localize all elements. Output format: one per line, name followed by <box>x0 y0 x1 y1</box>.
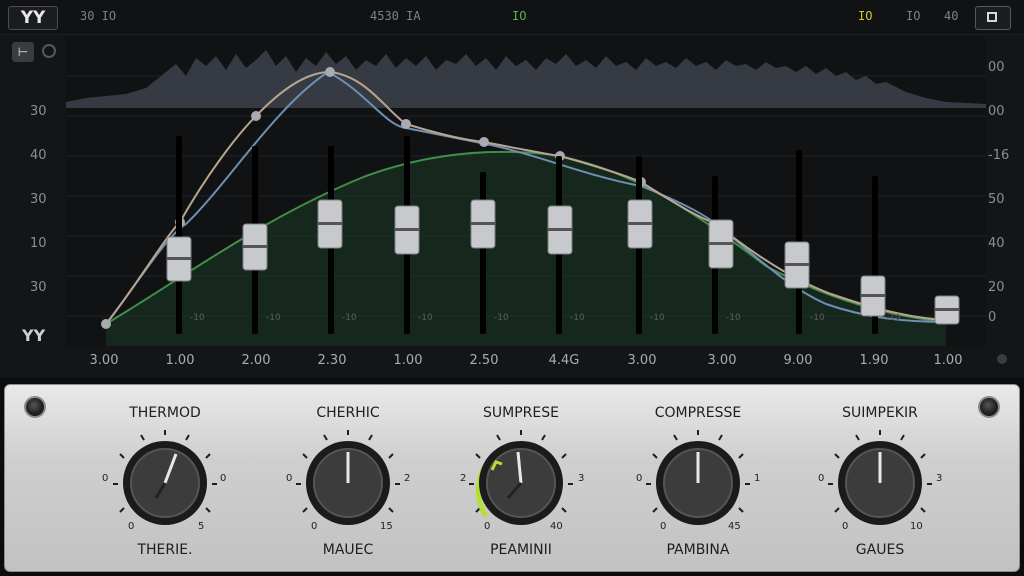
svg-text:-10: -10 <box>190 313 205 323</box>
band-freq-label: 9.00 <box>783 353 813 368</box>
readout-left: 30 IO <box>80 9 117 23</box>
knob-scale-right: 3 <box>578 473 585 484</box>
knob-scale-left: 0 <box>286 473 293 484</box>
knob-scale-left: 0 <box>102 473 109 484</box>
readout-right-b[interactable]: 40 <box>944 9 958 23</box>
right-axis-label: 00 <box>988 60 1005 75</box>
right-axis-label: 50 <box>988 192 1005 207</box>
knob-min: 0 <box>484 521 491 532</box>
band-freq-label: 2.50 <box>469 353 499 368</box>
band-freq-label: 2.30 <box>317 353 347 368</box>
knob-title: SUMPRESE <box>483 405 559 421</box>
app-logo: YY <box>8 6 58 30</box>
knob-title: THERMOD <box>129 405 201 421</box>
readout-mid: 4530 IA <box>370 9 421 23</box>
band-freq-label: 3.00 <box>707 353 737 368</box>
band-freq-label: 2.00 <box>241 353 271 368</box>
knob-min: 0 <box>311 521 318 532</box>
knob-scale-right: 0 <box>220 473 227 484</box>
bypass-button[interactable]: ⊢ <box>12 42 34 62</box>
knob-scale-left: 0 <box>636 473 643 484</box>
window-toggle-button[interactable] <box>975 6 1011 30</box>
top-toolbar: YY 30 IO 4530 IA IO IO IO 40 <box>0 0 1024 35</box>
svg-text:-10: -10 <box>266 313 281 323</box>
svg-text:-10: -10 <box>494 313 509 323</box>
knob-scale-right: 1 <box>754 473 761 484</box>
knob-max: 40 <box>550 521 563 532</box>
band-freq-label: 3.00 <box>89 353 119 368</box>
knob-max: 15 <box>380 521 393 532</box>
svg-text:-10: -10 <box>726 313 741 323</box>
screw-icon <box>978 396 1000 418</box>
svg-text:-10: -10 <box>418 313 433 323</box>
knob-max: 45 <box>728 521 741 532</box>
readout-green: IO <box>512 9 527 23</box>
knob-title: CHERHIC <box>316 405 380 421</box>
svg-text:-10: -10 <box>342 313 357 323</box>
band-freq-label: 3.00 <box>627 353 657 368</box>
knob-scale-left: 2 <box>460 473 467 484</box>
left-axis-label: 30 <box>30 192 47 207</box>
knob-max: 10 <box>910 521 923 532</box>
band-freq-label: 1.00 <box>165 353 195 368</box>
right-axis-label: 00 <box>988 104 1005 119</box>
knob-title: SUIMPEKIR <box>842 405 918 421</box>
spectrum-waveform <box>66 50 986 108</box>
knob-min: 0 <box>660 521 667 532</box>
square-icon <box>987 12 997 22</box>
knob-sub: THERIE. <box>137 542 193 558</box>
corner-indicator <box>997 354 1007 364</box>
knob-scale-left: 0 <box>818 473 825 484</box>
readout-yellow[interactable]: IO <box>858 9 872 23</box>
right-axis-label: 20 <box>988 280 1005 295</box>
knob-min: 0 <box>128 521 135 532</box>
left-axis-label: 40 <box>30 148 47 163</box>
left-axis-label: 30 <box>30 280 47 295</box>
power-icon[interactable] <box>42 44 56 58</box>
knob-max: 5 <box>198 521 205 532</box>
knob-sub: GAUES <box>855 542 905 558</box>
svg-text:-10: -10 <box>650 313 665 323</box>
eq-graph: -10 -10 -10 -10 -10 -10 -10 -10 -10 -10 <box>66 36 986 346</box>
svg-text:-10: -10 <box>886 313 901 323</box>
knob-scale-right: 3 <box>936 473 943 484</box>
knob-sub: PAMBINA <box>666 542 730 558</box>
band-freq-label: 1.90 <box>859 353 889 368</box>
band-freq-label: 1.00 <box>393 353 423 368</box>
knob-sub: PEAMINII <box>490 542 552 558</box>
right-axis-label: 40 <box>988 236 1005 251</box>
right-axis-label: -16 <box>988 148 1010 163</box>
yy-mark: YY <box>22 326 46 345</box>
knob-min: 0 <box>842 521 849 532</box>
left-axis-label: 30 <box>30 104 47 119</box>
eq-graph-svg: -10 -10 -10 -10 -10 -10 -10 -10 -10 -10 <box>66 50 986 346</box>
screw-icon <box>24 396 46 418</box>
svg-text:-10: -10 <box>810 313 825 323</box>
left-axis-label: 10 <box>30 236 47 251</box>
band-freq-label: 4.4G <box>548 353 580 368</box>
knob-title: COMPRESSE <box>654 405 742 421</box>
readout-right-a[interactable]: IO <box>906 9 920 23</box>
band-freq-label: 1.00 <box>933 353 963 368</box>
knob-scale-right: 2 <box>404 473 411 484</box>
right-axis-label: 0 <box>988 310 997 325</box>
knob-sub: MAUEC <box>322 542 374 558</box>
svg-text:-10: -10 <box>570 313 585 323</box>
